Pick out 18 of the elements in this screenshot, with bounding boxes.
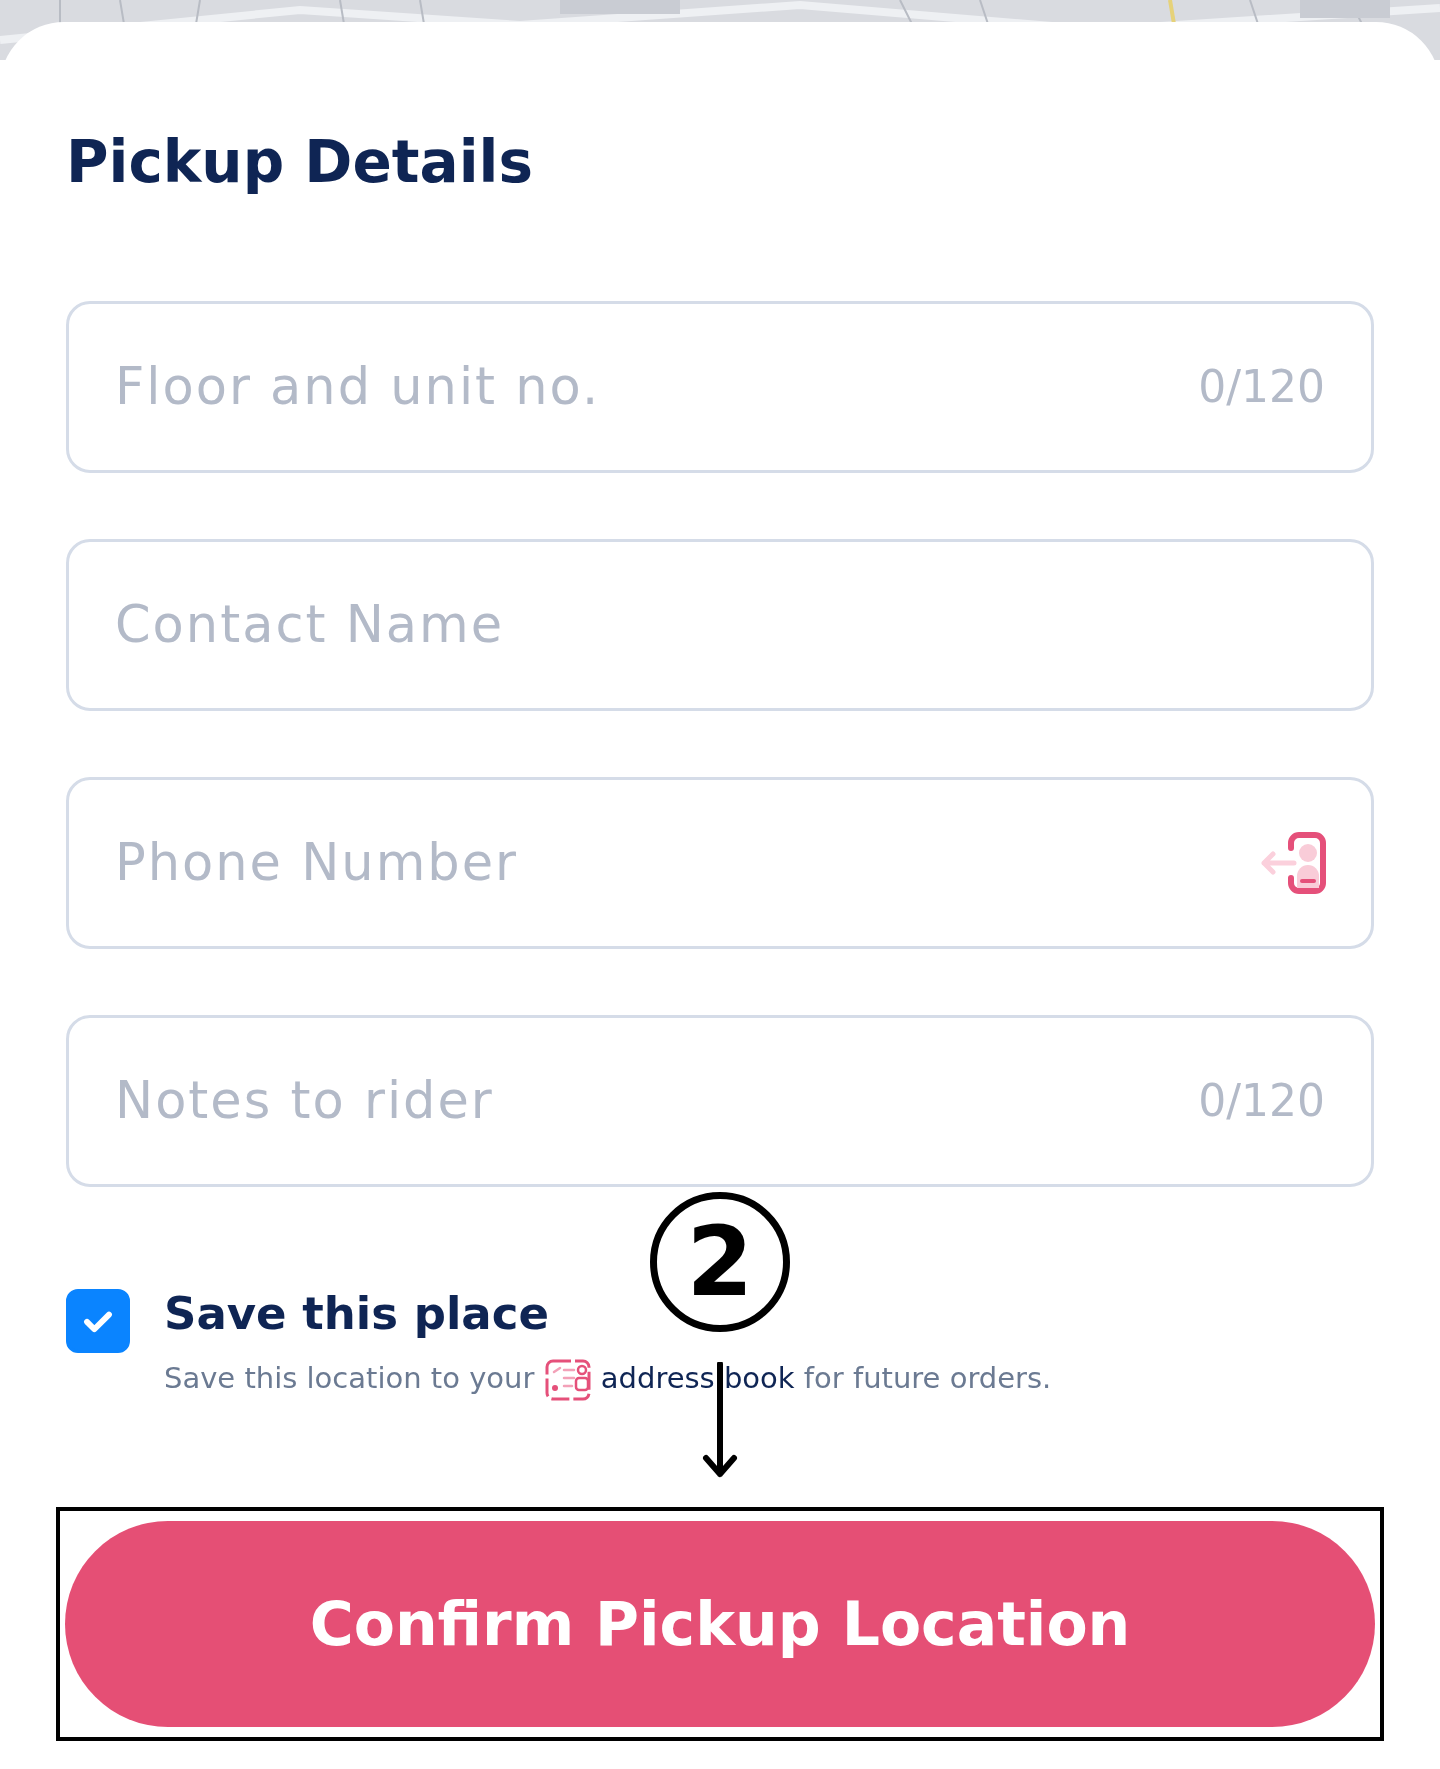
text-input[interactable]: Floor and unit no. [115, 357, 1179, 417]
confirm-button[interactable]: Confirm Pickup Location [65, 1521, 1375, 1727]
address-book-link[interactable]: address book [600, 1360, 795, 1395]
character-counter: 0/120 [1198, 361, 1325, 413]
description-text: Save this location to your address book for future orders. [164, 1357, 1052, 1402]
input-field[interactable]: Contact Name [66, 538, 1374, 711]
checkbox[interactable] [66, 1288, 130, 1353]
input-field[interactable]: Phone Number [66, 776, 1374, 949]
address-book-icon [543, 1357, 592, 1402]
text-input[interactable]: Phone Number [115, 833, 1231, 893]
input-field[interactable]: Floor and unit no. 0/120 [66, 300, 1374, 473]
text-input[interactable]: Contact Name [115, 595, 1325, 655]
step-number: 2 [650, 1192, 790, 1332]
input-field[interactable]: Notes to rider 0/120 [66, 1014, 1374, 1187]
checkbox-label: Save this place [164, 1286, 550, 1340]
text-input[interactable]: Notes to rider [115, 1071, 1179, 1131]
section-title: Pickup Details [66, 128, 533, 198]
character-counter: 0/120 [1198, 1075, 1325, 1127]
